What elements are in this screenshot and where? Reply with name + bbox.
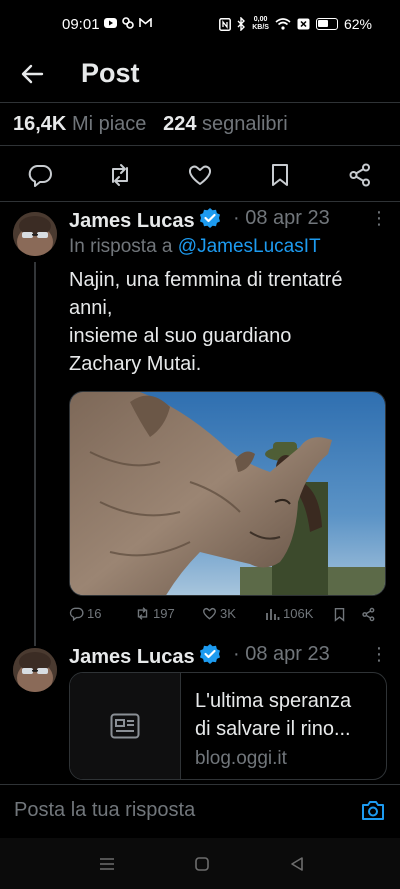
more-options-icon[interactable]: ⋮ xyxy=(370,208,388,229)
tweet-text-line: anni, xyxy=(69,297,113,319)
reply-composer: Posta la tua risposta xyxy=(0,784,400,834)
menu-icon[interactable] xyxy=(97,854,117,874)
likes-count[interactable]: 16,4K xyxy=(13,113,66,135)
header: Post xyxy=(0,50,400,98)
author-name-text[interactable]: James Lucas xyxy=(69,646,195,668)
camera-icon[interactable] xyxy=(361,799,385,821)
tweet-image[interactable] xyxy=(69,391,386,596)
like-count-button[interactable]: 3K xyxy=(202,606,236,621)
reply-input[interactable]: Posta la tua risposta xyxy=(14,799,195,822)
repost-count-button[interactable]: 197 xyxy=(135,606,175,621)
link-preview-card[interactable]: L'ultima speranza di salvare il rino... … xyxy=(69,672,387,780)
post-actions xyxy=(0,148,400,202)
reply-icon[interactable] xyxy=(27,162,53,188)
net-speed: 0,00 KB/S xyxy=(252,16,269,32)
page-title: Post xyxy=(81,58,140,88)
avatar[interactable] xyxy=(13,648,57,692)
post-date[interactable]: · 08 apr 23 xyxy=(233,207,330,230)
youtube-icon xyxy=(104,18,117,28)
views-count: 106K xyxy=(283,606,314,621)
reply-context: In risposta a @JamesLucasIT xyxy=(69,236,321,258)
bookmarks-count[interactable]: 224 xyxy=(163,113,196,135)
card-title-line: L'ultima speranza xyxy=(195,690,352,712)
battery-icon xyxy=(315,18,338,30)
article-icon xyxy=(110,713,140,739)
status-right: 0,00 KB/S 62% xyxy=(219,16,372,32)
bookmark-icon[interactable] xyxy=(267,162,293,188)
likes-label[interactable]: Mi piace xyxy=(72,113,146,135)
net-speed-value: 0,00 xyxy=(253,16,268,23)
back-icon[interactable] xyxy=(287,854,307,874)
repost-icon[interactable] xyxy=(107,162,133,188)
tweet-metrics: 16 197 3K 106K xyxy=(69,606,387,628)
share-icon[interactable] xyxy=(361,607,376,622)
reply-icon xyxy=(69,607,84,621)
status-bar: 09:01 0,00 KB/S 62% xyxy=(0,0,400,50)
thread-line xyxy=(34,262,36,646)
views-count-button[interactable]: 106K xyxy=(265,606,313,621)
back-arrow-icon[interactable] xyxy=(18,60,46,88)
reply-prefix: In risposta a xyxy=(69,236,173,257)
nfc-icon xyxy=(219,17,232,31)
status-time: 09:01 xyxy=(62,16,100,33)
sim-off-icon xyxy=(297,18,310,30)
home-icon[interactable] xyxy=(192,854,212,874)
author-name-text[interactable]: James Lucas xyxy=(69,210,195,232)
bluetooth-icon xyxy=(237,17,246,31)
verified-badge-icon xyxy=(199,644,220,664)
gmail-icon xyxy=(139,18,152,27)
tweet-text: Najin, una femmina di trentatré anni, in… xyxy=(69,266,389,378)
card-title-line: di salvare il rino... xyxy=(195,718,351,740)
author-name[interactable]: James Lucas xyxy=(69,643,221,669)
avatar[interactable] xyxy=(13,212,57,256)
more-options-icon[interactable]: ⋮ xyxy=(370,644,388,665)
battery-level: 62% xyxy=(343,16,372,32)
tweet-text-line: Zachary Mutai. xyxy=(69,353,202,375)
verified-badge-icon xyxy=(199,208,220,228)
post-date[interactable]: · 08 apr 23 xyxy=(233,643,330,666)
bookmarks-label[interactable]: segnalibri xyxy=(202,113,288,135)
like-count: 3K xyxy=(220,606,236,621)
post-date-text[interactable]: 08 apr 23 xyxy=(245,207,330,229)
reply-count: 16 xyxy=(87,606,102,621)
bookmark-icon[interactable] xyxy=(332,607,347,622)
net-speed-unit: KB/S xyxy=(252,24,269,31)
repost-count: 197 xyxy=(153,606,175,621)
pinwheel-icon xyxy=(122,17,134,29)
post-date-text[interactable]: 08 apr 23 xyxy=(245,643,330,665)
system-nav-bar xyxy=(0,838,400,889)
reply-count-button[interactable]: 16 xyxy=(69,606,101,621)
tweet-text-line: Najin, una femmina di trentatré xyxy=(69,269,343,291)
repost-icon xyxy=(137,607,148,620)
card-thumbnail xyxy=(70,673,181,779)
tweet-text-line: insieme al suo guardiano xyxy=(69,325,292,347)
engagement-stats: 16,4K Mi piace 224 segnalibri xyxy=(0,102,400,146)
wifi-icon xyxy=(275,18,291,30)
views-icon xyxy=(266,609,280,620)
like-icon[interactable] xyxy=(187,162,213,188)
card-domain: blog.oggi.it xyxy=(195,748,287,769)
notification-icons xyxy=(104,17,152,29)
card-title: L'ultima speranza di salvare il rino... xyxy=(195,687,380,743)
share-icon[interactable] xyxy=(347,162,373,188)
like-icon xyxy=(203,607,216,620)
author-name[interactable]: James Lucas xyxy=(69,207,221,233)
reply-handle-link[interactable]: @JamesLucasIT xyxy=(178,236,321,257)
